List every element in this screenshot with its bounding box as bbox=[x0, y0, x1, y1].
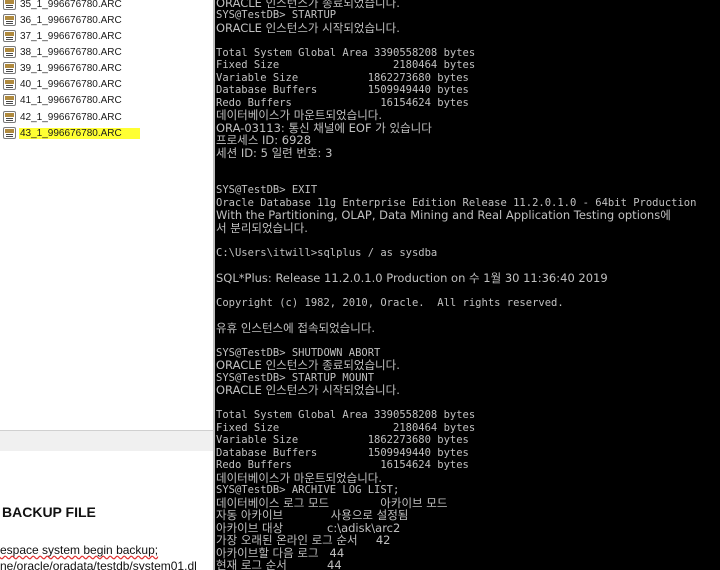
archive-file-icon bbox=[3, 46, 16, 58]
document-line-1: espace system begin backup; bbox=[0, 543, 158, 557]
archive-file-icon bbox=[3, 127, 16, 139]
archive-file-icon bbox=[3, 14, 16, 26]
archive-file-icon bbox=[3, 111, 16, 123]
console-line: Database Buffers 1509949440 bytes bbox=[216, 84, 469, 96]
console-line: 유휴 인스턴스에 접속되었습니다. bbox=[216, 320, 376, 335]
file-name: 42_1_996676780.ARC bbox=[20, 111, 122, 123]
console-line: 현재 로그 순서 44 bbox=[216, 558, 342, 570]
archive-file-icon bbox=[3, 0, 16, 10]
console-line: SYS@TestDB> EXIT bbox=[216, 184, 318, 196]
archive-file-icon bbox=[3, 30, 16, 42]
file-name: 36_1_996676780.ARC bbox=[20, 14, 122, 26]
console-line: Total System Global Area 3390558208 byte… bbox=[216, 46, 476, 59]
console-line: 자동 아카이브 사용으로 설정됨 bbox=[216, 508, 409, 522]
console-line: SQL*Plus: Release 11.2.0.1.0 Production … bbox=[216, 270, 608, 285]
archive-file-icon bbox=[3, 94, 16, 106]
archive-file-icon bbox=[3, 62, 16, 74]
console-line: SYS@TestDB> ARCHIVE LOG LIST; bbox=[216, 484, 400, 496]
console-line: Fixed Size 2180464 bytes bbox=[216, 421, 476, 434]
file-list-item[interactable]: 40_1_996676780.ARC bbox=[0, 76, 123, 92]
console-line: 세션 ID: 5 일련 번호: 3 bbox=[216, 145, 333, 160]
console-line: ORACLE 인스턴스가 시작되었습니다. bbox=[216, 20, 400, 35]
file-explorer-list: 35_1_996676780.ARC 36_1_996676780.ARC 37_1… bbox=[0, 0, 213, 430]
file-name: 35_1_996676780.ARC bbox=[20, 0, 122, 10]
document-line-2: ne/oracle/oradata/testdb/system01.dl bbox=[0, 559, 197, 570]
file-list-item[interactable]: 38_1_996676780.ARC bbox=[0, 44, 123, 60]
console-line: C:\Users\itwill>sqlplus / as sysdba bbox=[216, 246, 438, 259]
console-line: 데이터베이스가 마운트되었습니다. bbox=[216, 108, 383, 122]
console-line: 서 분리되었습니다. bbox=[216, 220, 308, 235]
console-line: SYS@TestDB> STARTUP bbox=[216, 9, 337, 21]
console-line: ORACLE 인스턴스가 종료되었습니다. bbox=[216, 358, 400, 372]
console-line: Total System Global Area 3390558208 byte… bbox=[216, 409, 476, 421]
console-line: Copyright (c) 1982, 2010, Oracle. All ri… bbox=[216, 296, 564, 309]
file-name: 41_1_996676780.ARC bbox=[20, 94, 122, 106]
console-line: With the Partitioning, OLAP, Data Mining… bbox=[216, 208, 671, 222]
file-name: 43_1_996676780.ARC bbox=[19, 127, 140, 139]
document-heading: BACKUP FILE bbox=[2, 504, 96, 520]
console-line: Variable Size 1862273680 bytes bbox=[216, 71, 469, 84]
file-list-item[interactable]: 41_1_996676780.ARC bbox=[0, 92, 123, 108]
console-line: 프로세스 ID: 6928 bbox=[216, 133, 312, 147]
console-line: Fixed Size 2180464 bytes bbox=[216, 59, 476, 71]
document-pane: BACKUP FILE espace system begin backup; … bbox=[0, 451, 213, 570]
file-list-item[interactable]: 43_1_996676780.ARC bbox=[0, 125, 140, 141]
console-line: ORACLE 인스턴스가 시작되었습니다. bbox=[216, 383, 400, 397]
command-prompt-console[interactable]: ORACLE 인스턴스가 종료되었습니다. SYS@TestDB> STARTUP… bbox=[215, 0, 720, 570]
file-list-item[interactable]: 39_1_996676780.ARC bbox=[0, 60, 123, 76]
file-list-item[interactable]: 35_1_996676780.ARC bbox=[0, 0, 123, 12]
pane-divider-band bbox=[0, 430, 213, 452]
file-name: 39_1_996676780.ARC bbox=[20, 62, 122, 74]
console-line: 데이터베이스가 마운트되었습니다. bbox=[216, 470, 383, 485]
document-line-1-text: espace system begin backup; bbox=[0, 543, 159, 557]
console-line: Variable Size 1862273680 bytes bbox=[216, 434, 469, 446]
file-name: 40_1_996676780.ARC bbox=[20, 78, 122, 90]
file-name: 38_1_996676780.ARC bbox=[20, 46, 122, 58]
console-line: Redo Buffers 16154624 bytes bbox=[216, 459, 469, 471]
console-line: 가장 오래된 온라인 로그 순서 42 bbox=[216, 533, 391, 547]
console-line: ORACLE 인스턴스가 종료되었습니다. bbox=[216, 0, 400, 10]
archive-file-icon bbox=[3, 78, 16, 90]
console-line: Database Buffers 1509949440 bytes bbox=[216, 446, 469, 459]
file-name: 37_1_996676780.ARC bbox=[20, 30, 122, 42]
file-list-item[interactable]: 37_1_996676780.ARC bbox=[0, 28, 123, 44]
file-list-item[interactable]: 42_1_996676780.ARC bbox=[0, 109, 123, 125]
file-list-item[interactable]: 36_1_996676780.ARC bbox=[0, 12, 123, 28]
